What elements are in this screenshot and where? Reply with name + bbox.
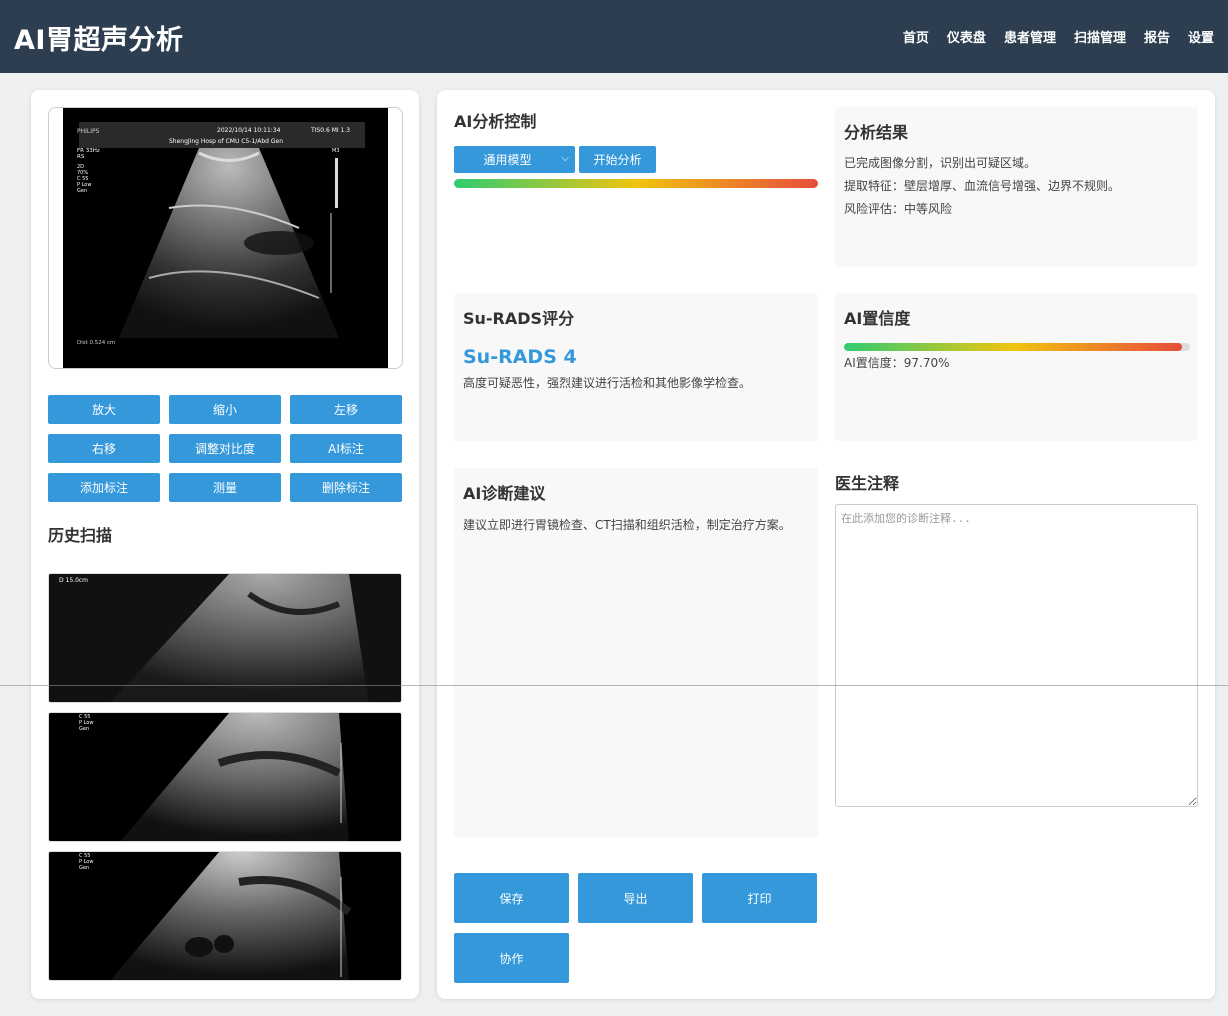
surads-title: Su-RADS评分	[463, 309, 575, 328]
doctor-notes-input[interactable]	[835, 504, 1198, 807]
start-analysis-button[interactable]: 开始分析	[579, 146, 656, 173]
model-select[interactable]: 通用模型 ⌵	[454, 146, 575, 173]
save-button[interactable]: 保存	[454, 873, 569, 923]
thumb-param: Gen	[79, 726, 89, 732]
history-scan-item[interactable]: C 55 P Low Gen	[48, 851, 402, 981]
diagnosis-card: AI诊断建议 建议立即进行胃镜检查、CT扫描和组织活检，制定治疗方案。	[454, 468, 818, 837]
viewer-datetime: 2022/10/14 10:11:34	[217, 127, 281, 134]
results-title: 分析结果	[844, 123, 909, 142]
viewer-brand: PHILIPS	[77, 128, 100, 135]
thumb-param: Gen	[79, 865, 89, 871]
surads-card: Su-RADS评分 Su-RADS 4 高度可疑恶性，强烈建议进行活检和其他影像…	[454, 293, 818, 441]
diagnosis-title: AI诊断建议	[463, 484, 546, 503]
export-button[interactable]: 导出	[578, 873, 693, 923]
nav-settings[interactable]: 设置	[1188, 27, 1214, 46]
ai-control-section: AI分析控制 通用模型 ⌵ 开始分析	[454, 108, 818, 188]
action-buttons: 保存 导出 打印 协作	[454, 873, 817, 983]
overlay-divider-line	[0, 685, 1228, 686]
ultrasound-image[interactable]: PHILIPS 2022/10/14 10:11:34 TIS0.6 MI 1.…	[49, 108, 403, 369]
nav-home[interactable]: 首页	[903, 27, 929, 46]
pan-left-button[interactable]: 左移	[290, 395, 402, 424]
analysis-panel: AI分析控制 通用模型 ⌵ 开始分析 分析结果 已完成图像分割，识别出可疑区域。…	[437, 90, 1215, 999]
history-scan-list: D 15.0cm C 55 P Low Gen C 55 P Low Gen	[48, 573, 402, 990]
surads-score: Su-RADS 4	[463, 346, 577, 368]
confidence-label: AI置信度：97.70%	[844, 356, 950, 370]
viewer-hospital: ShengJing Hosp of CMU C5-1/Abd Gen	[169, 138, 283, 145]
delete-annotation-button[interactable]: 删除标注	[290, 473, 402, 502]
app-header: AI胃超声分析 首页 仪表盘 患者管理 扫描管理 报告 设置	[0, 0, 1228, 73]
analysis-progress-bar	[454, 179, 818, 188]
add-annotation-button[interactable]: 添加标注	[48, 473, 160, 502]
viewer-distance: Dist 0.524 cm	[77, 340, 115, 346]
history-scan-item[interactable]: C 55 P Low Gen	[48, 712, 402, 842]
surads-description: 高度可疑恶性，强烈建议进行活检和其他影像学检查。	[463, 376, 752, 390]
notes-title: 医生注释	[835, 474, 900, 493]
results-line: 提取特征：壁层增厚、血流信号增强、边界不规则。	[844, 179, 1121, 193]
viewer-ti-mi: TIS0.6 MI 1.3	[310, 127, 350, 134]
viewer-rs: RS	[77, 154, 85, 160]
history-title: 历史扫描	[48, 526, 113, 545]
ultrasound-viewer[interactable]: PHILIPS 2022/10/14 10:11:34 TIS0.6 MI 1.…	[48, 107, 403, 369]
confidence-bar-fill	[844, 343, 1183, 351]
app-title: AI胃超声分析	[14, 25, 184, 56]
nav-reports[interactable]: 报告	[1144, 27, 1170, 46]
zoom-in-button[interactable]: 放大	[48, 395, 160, 424]
measure-button[interactable]: 测量	[169, 473, 281, 502]
image-panel: PHILIPS 2022/10/14 10:11:34 TIS0.6 MI 1.…	[31, 90, 419, 999]
thumb-label: D 15.0cm	[59, 577, 88, 584]
nav-scans[interactable]: 扫描管理	[1074, 27, 1126, 46]
collaborate-button[interactable]: 协作	[454, 933, 569, 983]
history-scan-item[interactable]: D 15.0cm	[48, 573, 402, 703]
pan-right-button[interactable]: 右移	[48, 434, 160, 463]
adjust-contrast-button[interactable]: 调整对比度	[169, 434, 281, 463]
nav-patients[interactable]: 患者管理	[1004, 27, 1056, 46]
ai-annotate-button[interactable]: AI标注	[290, 434, 402, 463]
viewer-param: Gen	[77, 188, 87, 194]
tool-buttons: 放大 缩小 左移 右移 调整对比度 AI标注 添加标注 测量 删除标注	[48, 395, 402, 502]
confidence-bar	[844, 343, 1190, 351]
confidence-card: AI置信度 AI置信度：97.70%	[835, 293, 1198, 441]
diagnosis-text: 建议立即进行胃镜检查、CT扫描和组织活检，制定治疗方案。	[463, 518, 791, 532]
model-select-value: 通用模型	[483, 153, 532, 167]
chevron-down-icon: ⌵	[561, 153, 569, 164]
ai-control-title: AI分析控制	[454, 112, 537, 131]
confidence-title: AI置信度	[844, 309, 911, 328]
print-button[interactable]: 打印	[702, 873, 817, 923]
viewer-m3: M3	[332, 148, 340, 154]
results-line: 已完成图像分割，识别出可疑区域。	[844, 156, 1037, 170]
zoom-out-button[interactable]: 缩小	[169, 395, 281, 424]
main-nav: 首页 仪表盘 患者管理 扫描管理 报告 设置	[903, 27, 1214, 46]
results-line: 风险评估：中等风险	[844, 202, 953, 216]
analysis-results-card: 分析结果 已完成图像分割，识别出可疑区域。 提取特征：壁层增厚、血流信号增强、边…	[835, 107, 1198, 267]
nav-dashboard[interactable]: 仪表盘	[947, 27, 986, 46]
